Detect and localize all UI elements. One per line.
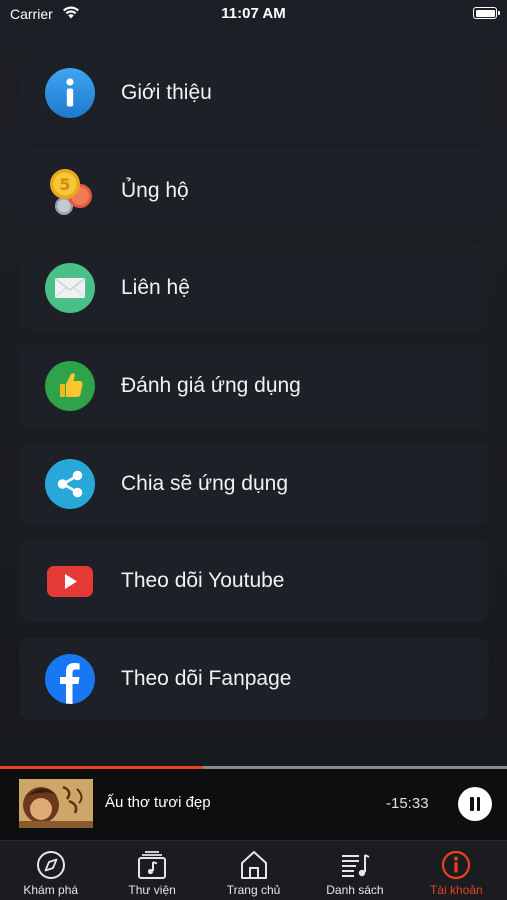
tab-label: Khám phá — [23, 883, 79, 897]
tab-bar: Khám phá Thư viện Trang chủ Danh sách Tà… — [0, 840, 507, 900]
track-title: Ấu thơ tươi đẹp — [105, 794, 211, 811]
status-bar: Carrier 11:07 AM — [0, 0, 507, 30]
menu-item-label: Giới thiệu — [121, 81, 212, 104]
menu-item-label: Chia sẽ ứng dụng — [121, 471, 289, 495]
home-icon — [238, 850, 270, 880]
app-screen: Carrier 11:07 AM Giới thiệu 5 Ủng hộ Liê… — [0, 0, 507, 900]
thumbs-up-icon — [44, 360, 96, 412]
menu-item-about[interactable]: Giới thiệu — [20, 52, 488, 134]
menu-item-share-app[interactable]: Chia sẽ ứng dụng — [20, 442, 488, 525]
menu-item-label: Đánh giá ứng dụng — [121, 374, 301, 398]
pause-button[interactable] — [458, 787, 492, 821]
tab-account[interactable]: Tài khoản — [406, 841, 507, 900]
compass-icon — [35, 850, 67, 880]
tab-explore[interactable]: Khám phá — [0, 841, 101, 900]
mail-icon — [44, 262, 96, 314]
menu-item-rate-app[interactable]: Đánh giá ứng dụng — [20, 345, 488, 428]
info-icon — [44, 67, 96, 119]
status-time: 11:07 AM — [221, 5, 286, 22]
menu-item-youtube[interactable]: Theo dõi Youtube — [20, 540, 488, 623]
menu-item-label: Liên hệ — [121, 276, 190, 300]
account-menu: Giới thiệu 5 Ủng hộ Liên hệ Đánh giá ứng… — [20, 52, 488, 736]
tab-home[interactable]: Trang chủ — [203, 841, 304, 900]
coins-icon: 5 — [44, 165, 96, 217]
album-art — [19, 779, 93, 828]
tab-label: Danh sách — [326, 883, 384, 897]
tab-label: Tài khoản — [429, 883, 483, 897]
menu-item-donate[interactable]: 5 Ủng hộ — [20, 149, 488, 232]
battery-icon — [473, 7, 500, 19]
track-time-remaining: -15:33 — [386, 795, 429, 812]
menu-item-contact[interactable]: Liên hệ — [20, 247, 488, 330]
menu-item-label: Ủng hộ — [121, 178, 189, 202]
share-icon — [44, 458, 96, 510]
svg-text:5: 5 — [59, 175, 70, 194]
menu-item-label: Theo dõi Fanpage — [121, 667, 292, 691]
tab-label: Trang chủ — [226, 883, 281, 897]
mini-player[interactable]: Ấu thơ tươi đẹp -15:33 — [0, 769, 507, 840]
playlist-icon — [339, 850, 371, 880]
menu-item-label: Theo dõi Youtube — [121, 569, 285, 593]
library-icon — [136, 850, 168, 880]
menu-item-fanpage[interactable]: Theo dõi Fanpage — [20, 638, 488, 721]
tab-label: Thư viện — [128, 883, 176, 897]
tab-playlists[interactable]: Danh sách — [304, 841, 405, 900]
facebook-icon — [44, 653, 96, 705]
account-info-icon — [440, 850, 472, 880]
youtube-icon — [44, 555, 96, 607]
tab-library[interactable]: Thư viện — [101, 841, 202, 900]
